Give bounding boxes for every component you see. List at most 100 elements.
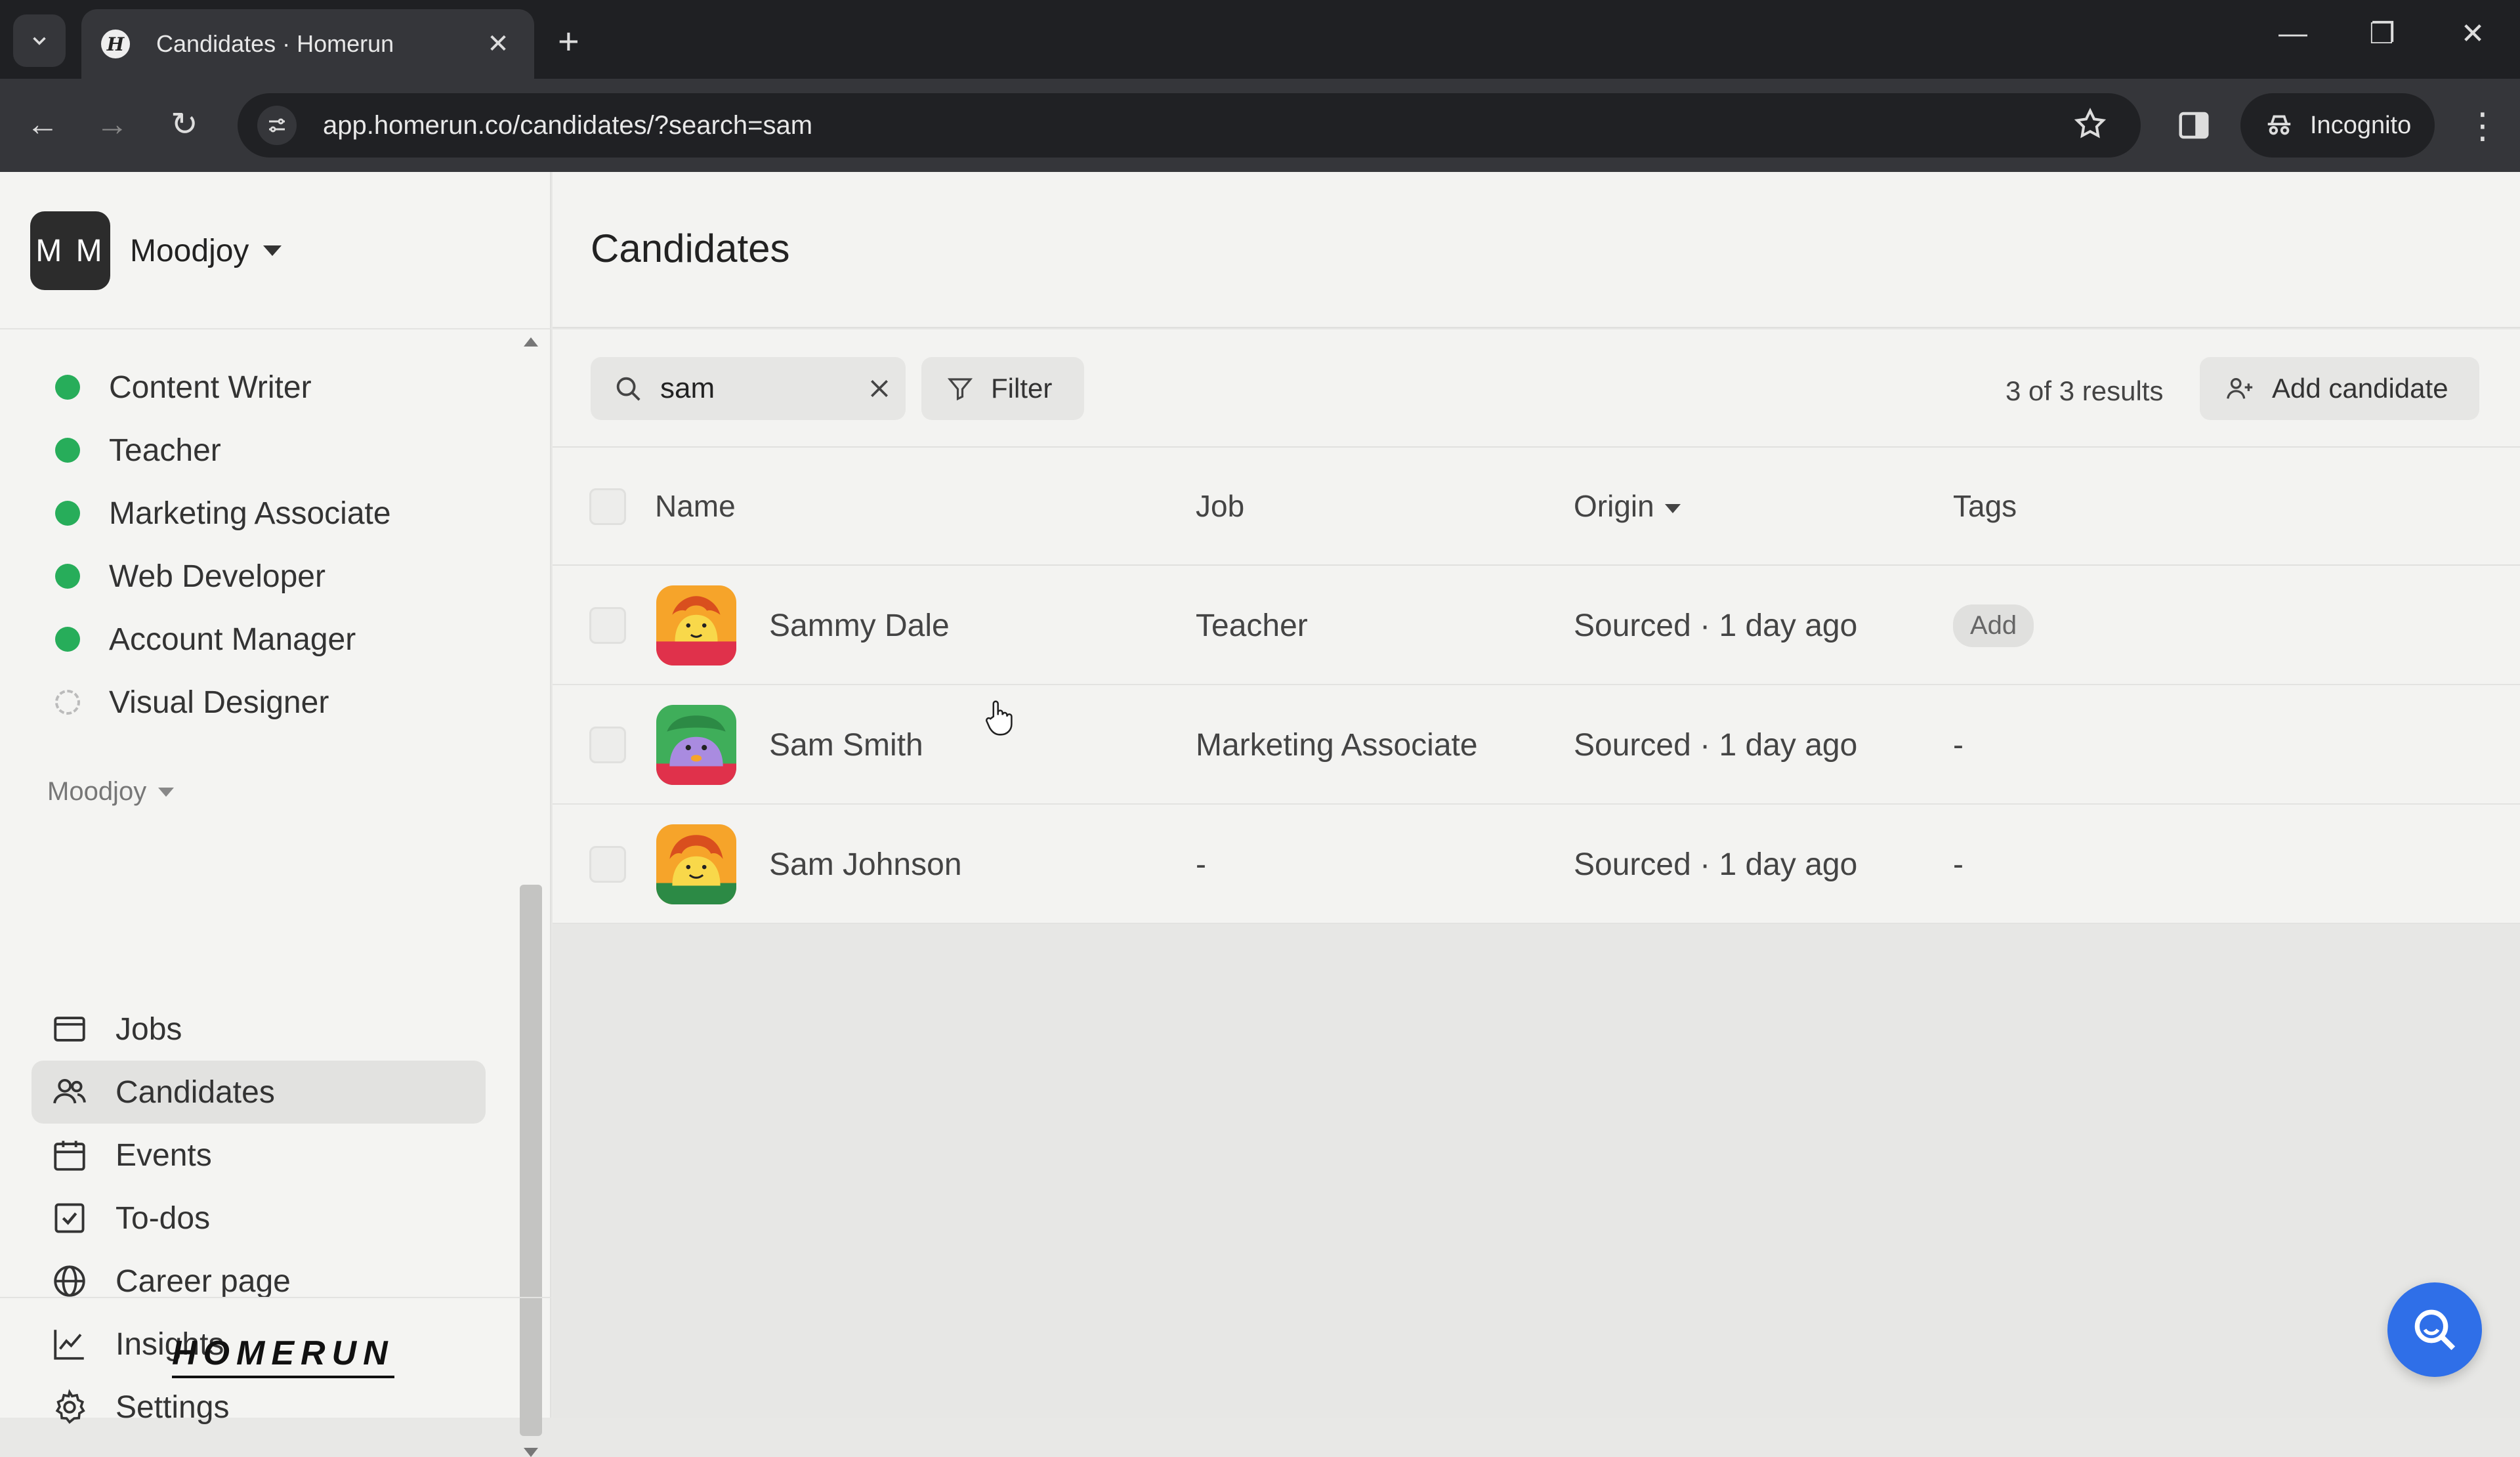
candidate-origin: Sourced · 1 day ago — [1574, 727, 1858, 763]
table-row[interactable]: Sam Johnson - Sourced · 1 day ago - — [553, 805, 2520, 924]
address-bar[interactable]: app.homerun.co/candidates/?search=sam — [238, 93, 2141, 158]
bookmark-star-icon[interactable] — [2072, 106, 2108, 145]
sidebar-item-candidates[interactable]: Candidates — [32, 1061, 486, 1124]
row-checkbox[interactable] — [589, 727, 626, 763]
workspace-switcher[interactable]: M M Moodjoy — [30, 211, 282, 290]
candidate-origin: Sourced · 1 day ago — [1574, 608, 1858, 643]
table-row[interactable]: Sammy Dale Teacher Sourced · 1 day ago A… — [553, 566, 2520, 685]
scroll-down-icon[interactable] — [524, 1448, 538, 1457]
nav-label: Events — [116, 1137, 212, 1173]
candidate-job: - — [1196, 847, 1206, 882]
new-tab-button[interactable]: + — [558, 20, 579, 62]
add-user-icon — [2227, 377, 2253, 399]
minimize-icon[interactable]: — — [2267, 17, 2319, 50]
section-label: Moodjoy — [47, 777, 147, 806]
sidebar-divider — [0, 1297, 551, 1298]
calendar-icon — [50, 1135, 89, 1175]
chart-icon — [50, 1324, 89, 1364]
sidebar-item-career-page[interactable]: Career page — [32, 1250, 486, 1313]
job-label: Web Developer — [109, 559, 326, 594]
sidebar-job-visual-designer[interactable]: Visual Designer — [55, 671, 391, 734]
select-all-checkbox[interactable] — [589, 488, 626, 525]
add-candidate-button[interactable]: Add candidate — [2200, 357, 2479, 420]
candidate-name[interactable]: Sammy Dale — [769, 566, 950, 685]
published-status-dot — [55, 438, 80, 463]
candidate-avatar — [656, 705, 736, 785]
nav-label: Career page — [116, 1263, 291, 1299]
hand-cursor-icon — [984, 698, 1015, 741]
sidebar-scrollbar[interactable] — [517, 337, 545, 1457]
job-label: Content Writer — [109, 370, 312, 405]
homerun-favicon-icon: H — [101, 30, 130, 58]
results-count: 3 of 3 results — [2006, 375, 2164, 406]
scroll-thumb[interactable] — [520, 885, 542, 1436]
origin-label: Origin — [1574, 489, 1654, 523]
column-header-tags: Tags — [1953, 489, 2017, 523]
back-icon[interactable]: ← — [20, 105, 66, 143]
browser-tab[interactable]: H Candidates · Homerun ✕ — [81, 9, 534, 79]
candidate-name[interactable]: Sam Smith — [769, 685, 923, 805]
site-settings-icon[interactable] — [257, 106, 297, 145]
tab-search-button[interactable] — [13, 14, 66, 67]
candidate-job: Marketing Associate — [1196, 727, 1478, 763]
homerun-logo: HOMERUN — [172, 1334, 394, 1378]
column-header-job[interactable]: Job — [1196, 488, 1244, 524]
caret-down-icon — [263, 245, 282, 256]
job-label: Marketing Associate — [109, 496, 391, 531]
job-label: Visual Designer — [109, 685, 329, 720]
restore-icon[interactable]: ❐ — [2356, 17, 2408, 51]
sort-caret-icon — [1664, 503, 1681, 513]
scroll-up-icon[interactable] — [524, 337, 538, 347]
candidate-job: Teacher — [1196, 608, 1308, 643]
browser-tab-bar: H Candidates · Homerun ✕ + — ❐ ✕ — [0, 0, 2520, 79]
sidebar-job-web-developer[interactable]: Web Developer — [55, 545, 391, 608]
browser-menu-icon[interactable]: ⋮ — [2465, 105, 2500, 146]
nav-label: Jobs — [116, 1011, 182, 1047]
column-header-origin[interactable]: Origin — [1574, 488, 1681, 524]
search-value: sam — [660, 372, 715, 404]
published-status-dot — [55, 564, 80, 589]
search-icon — [2414, 1309, 2456, 1351]
search-input[interactable]: sam — [591, 357, 906, 420]
filter-label: Filter — [991, 373, 1053, 404]
sidebar-item-todos[interactable]: To-dos — [32, 1187, 486, 1250]
sidebar-job-account-manager[interactable]: Account Manager — [55, 608, 391, 671]
candidate-avatar — [656, 585, 736, 665]
sidebar-job-content-writer[interactable]: Content Writer — [55, 356, 391, 419]
tab-close-icon[interactable]: ✕ — [482, 29, 514, 59]
globe-icon — [50, 1261, 89, 1301]
window-close-icon[interactable]: ✕ — [2446, 17, 2499, 51]
candidate-origin: Sourced · 1 day ago — [1574, 847, 1858, 882]
reload-icon[interactable]: ↻ — [161, 105, 207, 143]
column-header-name[interactable]: Name — [655, 488, 736, 524]
sidebar-job-teacher[interactable]: Teacher — [55, 419, 391, 482]
published-status-dot — [55, 627, 80, 652]
sidebar-job-marketing-associate[interactable]: Marketing Associate — [55, 482, 391, 545]
page-header: Candidates — [553, 172, 2520, 328]
job-list: Content Writer Teacher Marketing Associa… — [55, 356, 391, 734]
sidebar-item-jobs[interactable]: Jobs — [32, 998, 486, 1061]
sidebar-item-events[interactable]: Events — [32, 1124, 486, 1187]
forward-icon[interactable]: → — [89, 105, 135, 143]
incognito-badge[interactable]: Incognito — [2240, 93, 2435, 158]
candidate-avatar — [656, 824, 736, 904]
filter-button[interactable]: Filter — [921, 357, 1084, 420]
incognito-label: Incognito — [2310, 111, 2412, 139]
candidate-name[interactable]: Sam Johnson — [769, 805, 962, 924]
candidate-tags: - — [1953, 727, 1964, 763]
help-search-button[interactable] — [2387, 1282, 2482, 1377]
workspace-section-toggle[interactable]: Moodjoy — [47, 777, 175, 807]
table-row[interactable]: Sam Smith Marketing Associate Sourced · … — [553, 685, 2520, 805]
sidebar: M M Moodjoy Content Writer Teacher Marke… — [0, 172, 551, 1457]
side-panel-icon[interactable] — [2176, 108, 2212, 146]
add-tag-button[interactable]: Add — [1953, 604, 2034, 647]
clear-search-icon[interactable] — [853, 375, 906, 402]
candidate-tags: Add — [1953, 566, 2034, 685]
row-checkbox[interactable] — [589, 607, 626, 644]
row-checkbox[interactable] — [589, 846, 626, 883]
nav-label: Candidates — [116, 1074, 275, 1110]
published-status-dot — [55, 501, 80, 526]
draft-status-dot — [55, 690, 80, 715]
main-content: Candidates sam Filter 3 of 3 results Add… — [553, 172, 2520, 1418]
sidebar-item-settings[interactable]: Settings — [32, 1376, 486, 1439]
